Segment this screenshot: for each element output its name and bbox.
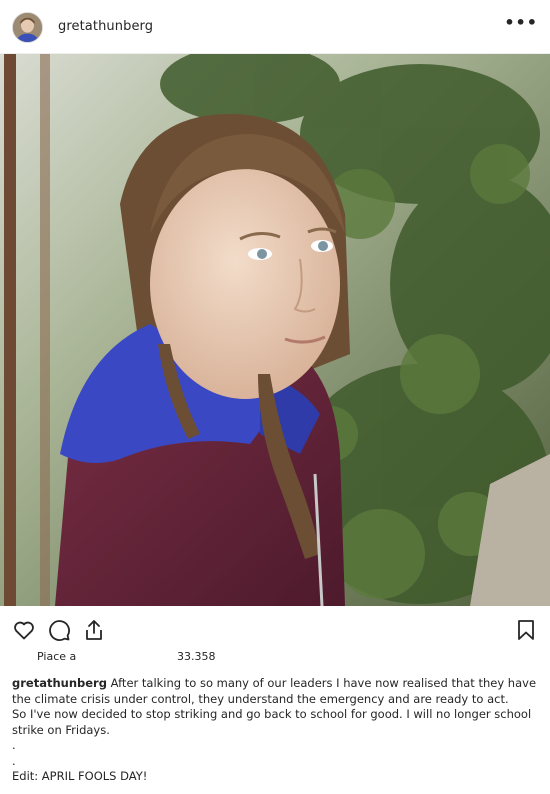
likes-count[interactable]: 33.358 [177,650,216,663]
post-caption: gretathunberg After talking to so many o… [12,676,540,785]
username-link[interactable]: gretathunberg [58,19,153,34]
post-photo[interactable] [0,54,550,606]
avatar[interactable] [12,12,43,43]
caption-dot-2: . [12,753,16,768]
more-options-icon[interactable]: ••• [504,15,538,31]
caption-dot-1: . [12,738,16,752]
caption-username-link[interactable]: gretathunberg [12,676,107,690]
heart-icon[interactable] [12,618,36,642]
share-icon[interactable] [82,618,106,642]
caption-paragraph-1: gretathunberg After talking to so many o… [12,676,540,707]
caption-text-2: So I've now decided to stop striking and… [12,707,532,737]
likes-label[interactable]: Piace a [37,650,76,663]
caption-edit: Edit: APRIL FOOLS DAY! [12,769,148,783]
likes-row: Piace a 33.358 [37,650,537,666]
bookmark-icon[interactable] [514,618,538,642]
post-header: gretathunberg ••• [0,0,550,54]
action-bar [0,606,550,650]
comment-icon[interactable] [47,618,71,642]
